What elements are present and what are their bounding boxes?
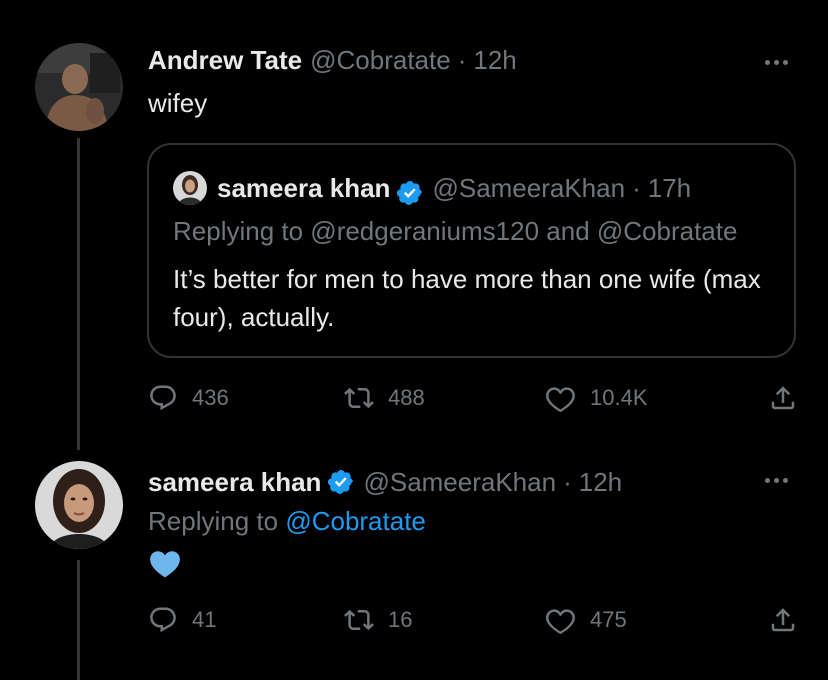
retweet-button[interactable]: 488	[344, 383, 425, 413]
avatar	[173, 171, 207, 205]
like-count: 10.4K	[590, 385, 648, 410]
verified-badge-icon	[397, 181, 423, 205]
tweet-header: Andrew Tate @Cobratate · 12h	[148, 45, 517, 76]
mention-link[interactable]: @Cobratate	[285, 506, 426, 536]
reply-icon	[150, 607, 176, 633]
display-name: sameera khan	[217, 172, 391, 203]
more-options-icon[interactable]	[760, 54, 792, 70]
thread-line	[77, 560, 80, 680]
user-handle[interactable]: @SameeraKhan	[363, 467, 556, 498]
quoted-tweet[interactable]: sameera khan @SameeraKhan · 17h Replying…	[147, 143, 796, 358]
heart-icon	[546, 609, 575, 635]
separator: ·	[457, 45, 467, 75]
reply-button[interactable]: 436	[148, 383, 229, 413]
retweet-icon	[344, 387, 374, 409]
reply-count: 41	[192, 607, 217, 632]
share-button[interactable]	[768, 383, 798, 413]
retweet-count: 488	[388, 385, 425, 410]
reply-button[interactable]: 41	[148, 605, 216, 635]
thread-line	[77, 138, 80, 450]
retweet-count: 16	[388, 607, 413, 632]
display-name[interactable]: sameera khan	[148, 467, 321, 498]
retweet-button[interactable]: 16	[344, 605, 412, 635]
share-button[interactable]	[768, 605, 798, 635]
like-button[interactable]: 10.4K	[546, 383, 648, 413]
share-icon	[771, 386, 795, 410]
replying-to: Replying to @Cobratate	[148, 506, 426, 537]
blue-heart-emoji-icon	[150, 551, 180, 578]
like-button[interactable]: 475	[546, 605, 627, 635]
tweet-actions: 41 16 475	[148, 605, 798, 641]
verified-badge-icon	[328, 470, 354, 494]
tweet-text: wifey	[148, 88, 208, 118]
like-count: 475	[590, 607, 627, 632]
share-icon	[771, 608, 795, 632]
reply-count: 436	[192, 385, 229, 410]
display-name[interactable]: Andrew Tate	[148, 45, 302, 76]
timestamp[interactable]: 12h	[473, 45, 516, 76]
reply-icon	[150, 385, 176, 411]
avatar[interactable]	[35, 461, 123, 549]
tweet-header: sameera khan @SameeraKhan · 12h	[148, 463, 622, 498]
tweet-actions: 436 488 10.4K	[148, 383, 798, 419]
replying-to-label: Replying to	[148, 506, 279, 536]
more-options-icon[interactable]	[760, 472, 792, 488]
heart-icon	[546, 387, 575, 413]
timestamp: 17h	[647, 172, 692, 203]
separator: ·	[632, 172, 641, 203]
replying-to: Replying to @redgeraniums120 and @Cobrat…	[173, 216, 738, 246]
user-handle[interactable]: @Cobratate	[310, 45, 451, 76]
retweet-icon	[344, 609, 374, 631]
avatar[interactable]	[35, 43, 123, 131]
user-handle: @SameeraKhan	[432, 172, 626, 203]
quote-header: sameera khan @SameeraKhan · 17h	[173, 171, 691, 205]
quote-text: It’s better for men to have more than on…	[173, 264, 761, 332]
timestamp[interactable]: 12h	[579, 467, 622, 498]
separator: ·	[563, 467, 572, 497]
